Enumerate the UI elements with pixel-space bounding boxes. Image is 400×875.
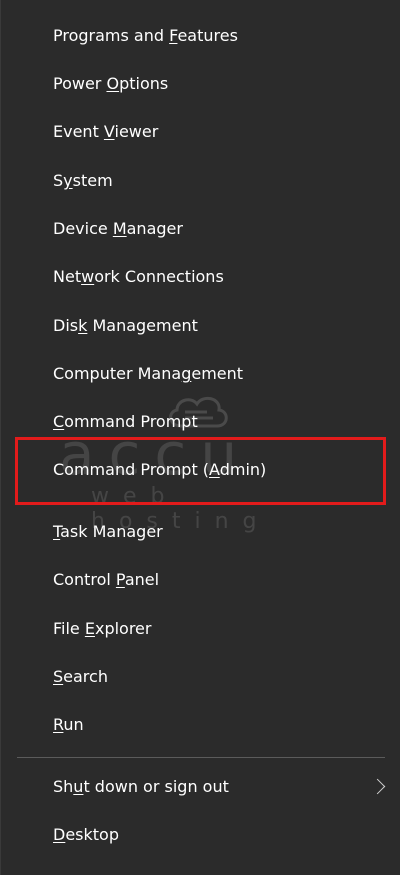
menu-item-run[interactable]: Run — [1, 701, 400, 749]
menu-item-label: File Explorer — [53, 619, 152, 638]
menu-item-desktop[interactable]: Desktop — [1, 811, 400, 859]
menu-item-power-options[interactable]: Power Options — [1, 60, 400, 108]
menu-item-label: Network Connections — [53, 267, 224, 286]
menu-item-search[interactable]: Search — [1, 653, 400, 701]
menu-item-label: Disk Management — [53, 316, 198, 335]
menu-item-command-prompt-admin[interactable]: Command Prompt (Admin) — [1, 446, 400, 494]
menu-item-disk-management[interactable]: Disk Management — [1, 302, 400, 350]
menu-item-event-viewer[interactable]: Event Viewer — [1, 108, 400, 156]
menu-item-label: Programs and Features — [53, 26, 238, 45]
menu-item-label: Task Manager — [53, 522, 163, 541]
menu-item-computer-management[interactable]: Computer Management — [1, 350, 400, 398]
menu-item-label: Command Prompt (Admin) — [53, 460, 267, 479]
menu-item-label: Device Manager — [53, 219, 183, 238]
menu-item-system[interactable]: System — [1, 157, 400, 205]
menu-item-file-explorer[interactable]: File Explorer — [1, 605, 400, 653]
menu-item-shut-down-or-sign-out[interactable]: Shut down or sign out — [1, 763, 400, 811]
menu-item-label: Command Prompt — [53, 412, 198, 431]
menu-item-label: Power Options — [53, 74, 169, 93]
menu-item-label: Desktop — [53, 825, 119, 844]
menu-item-label: Control Panel — [53, 570, 160, 589]
menu-item-label: System — [53, 171, 113, 190]
winx-context-menu: accu web hosting Programs and Features P… — [0, 0, 400, 875]
menu-item-device-manager[interactable]: Device Manager — [1, 205, 400, 253]
menu-item-label: Run — [53, 715, 84, 734]
menu-item-label: Event Viewer — [53, 122, 159, 141]
menu-item-programs-and-features[interactable]: Programs and Features — [1, 12, 400, 60]
chevron-right-icon — [369, 778, 386, 795]
menu-separator — [17, 757, 385, 758]
menu-item-network-connections[interactable]: Network Connections — [1, 253, 400, 301]
menu-item-control-panel[interactable]: Control Panel — [1, 556, 400, 604]
menu-item-label: Search — [53, 667, 108, 686]
menu-item-label: Shut down or sign out — [53, 777, 229, 796]
menu-item-task-manager[interactable]: Task Manager — [1, 508, 400, 556]
menu-item-command-prompt[interactable]: Command Prompt — [1, 398, 400, 446]
menu-item-label: Computer Management — [53, 364, 244, 383]
